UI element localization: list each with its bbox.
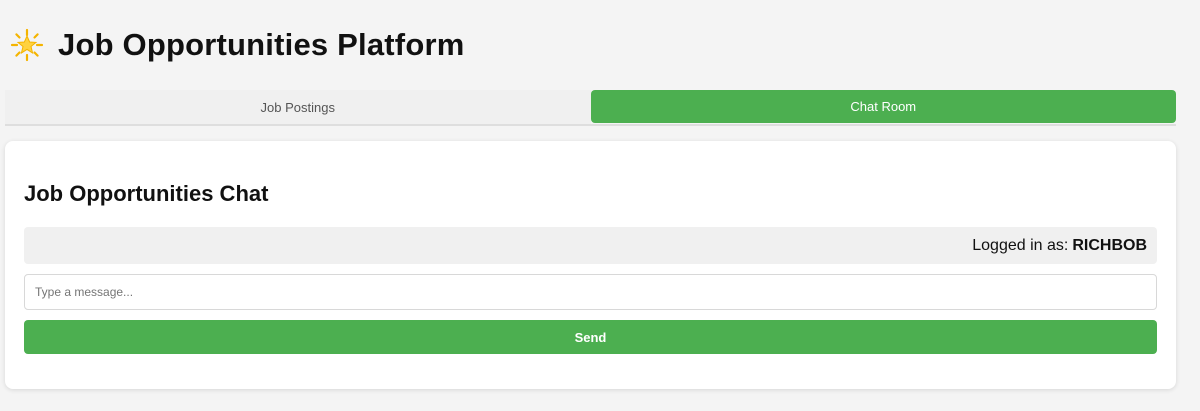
username: RICHBOB	[1072, 236, 1147, 254]
page-title: Job Opportunities Platform	[58, 27, 465, 62]
chat-card: Job Opportunities Chat Logged in as: RIC…	[5, 141, 1176, 389]
send-button[interactable]: Send	[24, 320, 1157, 354]
logged-in-label: Logged in as:	[972, 236, 1069, 254]
tab-job-postings[interactable]: Job Postings	[5, 90, 591, 124]
tab-bar: Job Postings Chat Room	[5, 90, 1176, 126]
message-input[interactable]	[24, 274, 1157, 310]
logged-in-bar: Logged in as: RICHBOB	[24, 227, 1157, 264]
chat-title: Job Opportunities Chat	[24, 181, 269, 206]
app-root: Job Opportunities Platform Job Postings …	[0, 0, 1200, 411]
page-header: Job Opportunities Platform	[5, 0, 1176, 90]
tab-chat-room[interactable]: Chat Room	[590, 90, 1176, 123]
glowing-star-icon	[10, 28, 44, 62]
